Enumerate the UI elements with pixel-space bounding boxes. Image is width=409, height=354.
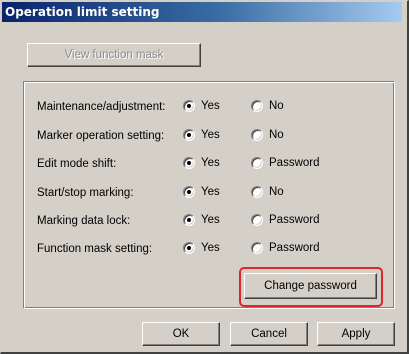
radio-unselected-icon (251, 186, 263, 198)
radio-unselected-icon (251, 100, 263, 112)
marker-operation-yes-radio[interactable]: Yes (183, 129, 220, 141)
dialog-title: Operation limit setting (2, 2, 402, 22)
radio-label: Password (269, 157, 320, 169)
radio-selected-icon (183, 214, 195, 226)
function-mask-setting-yes-radio[interactable]: Yes (183, 242, 220, 254)
radio-unselected-icon (251, 242, 263, 254)
ok-button[interactable]: OK (142, 322, 220, 346)
radio-label: Yes (201, 129, 220, 141)
radio-unselected-icon (251, 129, 263, 141)
marker-operation-no-radio[interactable]: No (251, 129, 284, 141)
maintenance-yes-radio[interactable]: Yes (183, 100, 220, 112)
radio-label: Yes (201, 242, 220, 254)
radio-selected-icon (183, 129, 195, 141)
radio-unselected-icon (251, 214, 263, 226)
radio-label: Yes (201, 186, 220, 198)
radio-label: Password (269, 214, 320, 226)
operation-limit-dialog: Operation limit setting View function ma… (0, 0, 409, 354)
radio-label: Password (269, 242, 320, 254)
maintenance-adjustment-label: Maintenance/adjustment: (37, 101, 166, 113)
marking-data-lock-label: Marking data lock: (37, 215, 131, 227)
view-function-mask-button[interactable]: View function mask (27, 43, 201, 67)
start-stop-marking-no-radio[interactable]: No (251, 186, 284, 198)
start-stop-marking-label: Start/stop marking: (37, 187, 134, 199)
radio-selected-icon (183, 186, 195, 198)
radio-label: Yes (201, 157, 220, 169)
apply-button[interactable]: Apply (317, 322, 395, 346)
start-stop-marking-yes-radio[interactable]: Yes (183, 186, 220, 198)
change-password-button[interactable]: Change password (244, 273, 377, 299)
edit-mode-shift-yes-radio[interactable]: Yes (183, 157, 220, 169)
edit-mode-shift-password-radio[interactable]: Password (251, 157, 320, 169)
function-mask-setting-label: Function mask setting: (37, 243, 153, 255)
marking-data-lock-password-radio[interactable]: Password (251, 214, 320, 226)
radio-label: Yes (201, 100, 220, 112)
cancel-button[interactable]: Cancel (230, 322, 308, 346)
edit-mode-shift-label: Edit mode shift: (37, 158, 117, 170)
function-mask-setting-password-radio[interactable]: Password (251, 242, 320, 254)
radio-selected-icon (183, 100, 195, 112)
radio-label: No (269, 186, 284, 198)
radio-selected-icon (183, 242, 195, 254)
radio-label: No (269, 100, 284, 112)
radio-selected-icon (183, 157, 195, 169)
radio-unselected-icon (251, 157, 263, 169)
marker-operation-setting-label: Marker operation setting: (37, 130, 165, 142)
radio-label: Yes (201, 214, 220, 226)
maintenance-no-radio[interactable]: No (251, 100, 284, 112)
marking-data-lock-yes-radio[interactable]: Yes (183, 214, 220, 226)
radio-label: No (269, 129, 284, 141)
